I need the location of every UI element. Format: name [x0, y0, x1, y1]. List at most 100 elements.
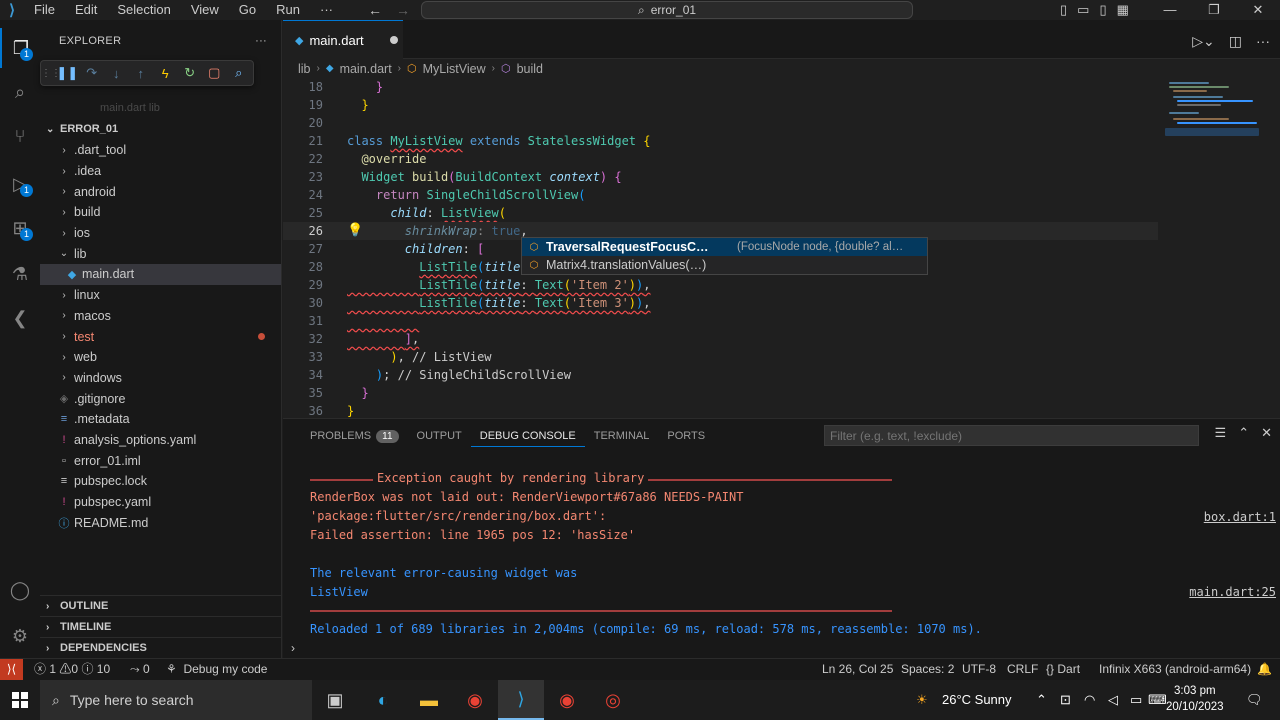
- windows-start-icon[interactable]: [0, 680, 40, 720]
- workspace-folder[interactable]: ⌄ ERROR_01: [40, 119, 281, 139]
- tree-item-macos[interactable]: › macos: [40, 306, 281, 327]
- step-out-icon[interactable]: ↑: [129, 61, 154, 85]
- tree-item-dart-tool[interactable]: › .dart_tool: [40, 140, 281, 161]
- suggestion-item[interactable]: ⬡ Matrix4.translationValues(…): [522, 256, 927, 274]
- clock[interactable]: 3:03 pm 20/10/2023: [1166, 683, 1224, 715]
- split-editor-icon[interactable]: ◫: [1229, 20, 1242, 62]
- recorder-icon[interactable]: ◎: [590, 680, 636, 720]
- run-debug-icon[interactable]: ▷ 1: [0, 164, 40, 204]
- edge-icon[interactable]: ◐: [360, 680, 406, 720]
- tree-item-readme-md[interactable]: ⓘ README.md: [40, 512, 281, 533]
- menu-go[interactable]: Go: [229, 0, 266, 20]
- explorer-more-icon[interactable]: ···: [255, 35, 267, 47]
- testing-icon[interactable]: ⚗: [0, 254, 40, 294]
- cursor-position[interactable]: Ln 26, Col 25: [822, 659, 893, 680]
- encoding-status[interactable]: UTF-8: [962, 659, 996, 680]
- breadcrumb-lib[interactable]: lib: [298, 62, 311, 76]
- weather-text[interactable]: 26°C Sunny: [942, 680, 1012, 720]
- breadcrumb-class[interactable]: MyListView: [423, 62, 486, 76]
- show-hidden-icons-chevron-icon[interactable]: ⌃: [1036, 680, 1047, 720]
- tree-item-lib[interactable]: ⌄ lib: [40, 243, 281, 264]
- maximize-panel-icon[interactable]: ⌃: [1238, 425, 1249, 441]
- battery-icon[interactable]: ▭: [1130, 680, 1142, 720]
- explorer-icon[interactable]: ❐ 1: [0, 28, 40, 68]
- notifications-icon[interactable]: 🔔: [1257, 659, 1272, 680]
- close-window-icon[interactable]: ✕: [1236, 0, 1280, 20]
- wifi-icon[interactable]: ◠: [1084, 680, 1095, 720]
- tree-item-pubspec-yaml[interactable]: ! pubspec.yaml: [40, 492, 281, 513]
- task-view-icon[interactable]: ▣: [312, 680, 358, 720]
- tab-debug-console[interactable]: DEBUG CONSOLE: [470, 425, 585, 447]
- pause-icon[interactable]: ❚❚: [55, 61, 80, 85]
- tree-item-main-dart[interactable]: ◆ main.dart: [40, 264, 281, 285]
- debug-status[interactable]: ⚘ Debug my code: [166, 659, 267, 680]
- minimap[interactable]: [1165, 78, 1275, 418]
- breadcrumb-method[interactable]: build: [517, 62, 543, 76]
- minimize-icon[interactable]: —: [1148, 0, 1192, 20]
- tree-item-idea[interactable]: › .idea: [40, 161, 281, 182]
- word-wrap-icon[interactable]: ☰: [1215, 425, 1227, 441]
- tree-item-error-01-iml[interactable]: ▫ error_01.iml: [40, 450, 281, 471]
- problems-status[interactable]: ⓧ 1 ⚠0 ⓘ 10: [34, 659, 110, 680]
- forward-arrow-icon[interactable]: →: [396, 0, 410, 20]
- menu-selection[interactable]: Selection: [107, 0, 180, 20]
- console-prompt-chevron-icon[interactable]: ›: [291, 641, 295, 655]
- toggle-sidebar-icon[interactable]: ▯: [1060, 0, 1067, 20]
- toggle-panel-icon[interactable]: ▭: [1077, 0, 1089, 20]
- extensions-icon[interactable]: ⊞ 1: [0, 208, 40, 248]
- command-center-search[interactable]: ⌕ error_01: [421, 1, 913, 19]
- language-icon[interactable]: ⌨: [1148, 680, 1167, 720]
- tree-item-test[interactable]: › test: [40, 326, 281, 347]
- network-icon[interactable]: ⊡: [1060, 680, 1071, 720]
- menu-edit[interactable]: Edit: [65, 0, 107, 20]
- close-panel-icon[interactable]: ✕: [1261, 425, 1272, 441]
- console-line[interactable]: ListView: [310, 585, 368, 604]
- tree-item-linux[interactable]: › linux: [40, 285, 281, 306]
- outline-section[interactable]: › OUTLINE: [40, 595, 281, 616]
- step-into-icon[interactable]: ↓: [104, 61, 129, 85]
- menu-run[interactable]: Run: [266, 0, 310, 20]
- run-dropdown-icon[interactable]: ▷⌄: [1192, 20, 1215, 62]
- tree-item-ios[interactable]: › ios: [40, 223, 281, 244]
- device-status[interactable]: Infinix X663 (android-arm64): [1099, 659, 1251, 680]
- remote-icon[interactable]: ⟩⟨: [0, 659, 23, 680]
- back-arrow-icon[interactable]: ←: [368, 0, 382, 20]
- accounts-icon[interactable]: ◯: [0, 570, 40, 610]
- customize-layout-icon[interactable]: ▦: [1117, 0, 1129, 20]
- tree-item-windows[interactable]: › windows: [40, 368, 281, 389]
- tree-item-gitignore[interactable]: ◈ .gitignore: [40, 388, 281, 409]
- source-control-icon[interactable]: ⑂: [0, 116, 40, 156]
- step-over-icon[interactable]: ↷: [80, 61, 105, 85]
- chrome-icon[interactable]: ◉: [544, 680, 590, 720]
- flutter-icon[interactable]: ❮: [0, 298, 40, 338]
- tree-item-web[interactable]: › web: [40, 347, 281, 368]
- chrome-icon[interactable]: ◉: [452, 680, 498, 720]
- volume-icon[interactable]: ◁: [1108, 680, 1118, 720]
- indentation-status[interactable]: Spaces: 2: [901, 659, 954, 680]
- taskbar-search-box[interactable]: ⌕ Type here to search: [40, 680, 312, 720]
- tree-item-analysis-options-yaml[interactable]: ! analysis_options.yaml: [40, 430, 281, 451]
- menu-view[interactable]: View: [181, 0, 229, 20]
- devtools-search-icon[interactable]: ⌕: [227, 61, 252, 85]
- tab-main-dart[interactable]: ◆ main.dart: [283, 20, 403, 59]
- tab-ports[interactable]: PORTS: [658, 425, 714, 447]
- toggle-secondary-sidebar-icon[interactable]: ▯: [1099, 0, 1106, 20]
- dependencies-section[interactable]: › DEPENDENCIES: [40, 637, 281, 658]
- tree-item-pubspec-lock[interactable]: ≡ pubspec.lock: [40, 471, 281, 492]
- breadcrumb-file[interactable]: main.dart: [340, 62, 392, 76]
- editor-more-icon[interactable]: ···: [1256, 20, 1270, 62]
- eol-status[interactable]: CRLF: [1007, 659, 1038, 680]
- timeline-section[interactable]: › TIMELINE: [40, 616, 281, 637]
- unsaved-dot-icon[interactable]: [389, 36, 398, 44]
- menu-more[interactable]: ···: [310, 0, 343, 20]
- language-status[interactable]: {} Dart: [1046, 659, 1080, 680]
- source-link[interactable]: box.dart:1: [1204, 510, 1276, 524]
- tree-item-build[interactable]: › build: [40, 202, 281, 223]
- ports-status[interactable]: ⤳ 0: [130, 659, 150, 680]
- weather-icon[interactable]: ☀: [916, 680, 928, 720]
- tab-problems[interactable]: PROBLEMS 11: [301, 425, 408, 447]
- menu-file[interactable]: File: [24, 0, 65, 20]
- notification-center-icon[interactable]: 🗨: [1246, 680, 1263, 720]
- stop-icon[interactable]: ▢: [202, 61, 227, 85]
- console-filter-input[interactable]: [824, 425, 1199, 446]
